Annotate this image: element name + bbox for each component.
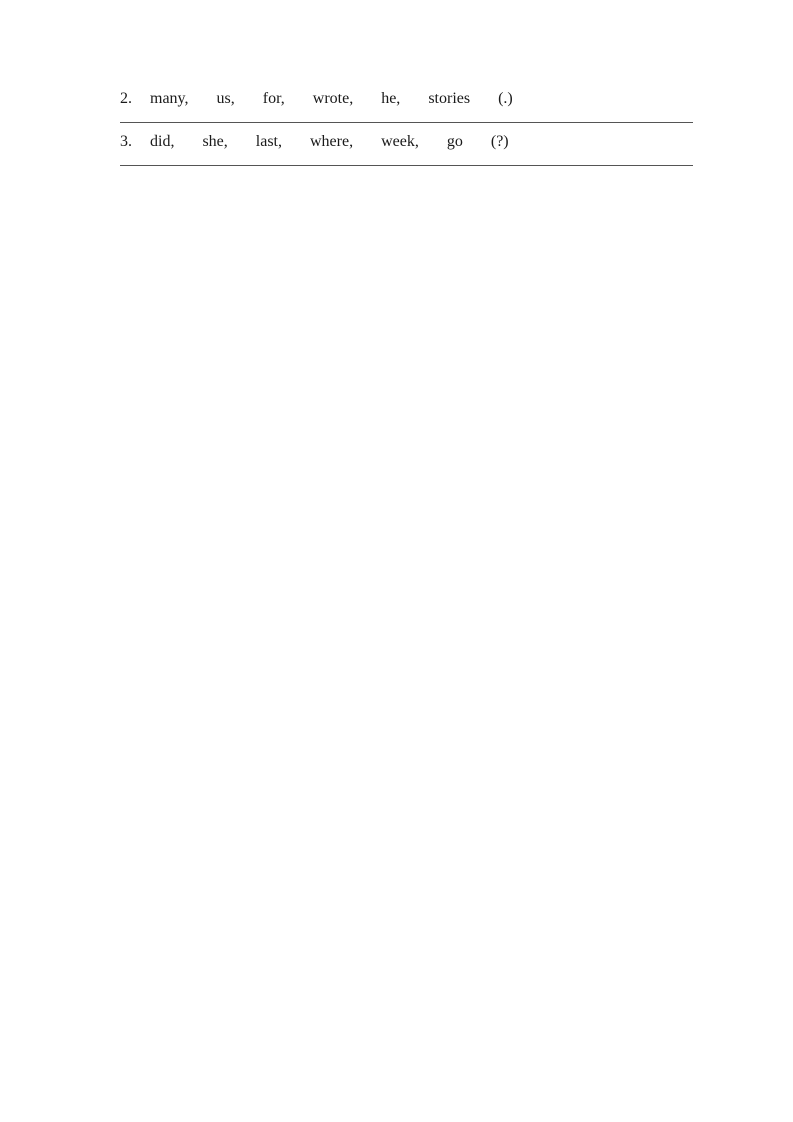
word-2-1: did, xyxy=(150,133,174,151)
item-number-2: 3. xyxy=(120,133,150,151)
word-1-4: wrote, xyxy=(313,90,353,108)
word-1-7: (.) xyxy=(498,90,513,108)
word-1-5: he, xyxy=(381,90,400,108)
item-number-1: 2. xyxy=(120,90,150,108)
divider-2 xyxy=(120,165,693,166)
word-1-2: us, xyxy=(217,90,235,108)
item-row-2: 3.did, she, last, where, week, go (?) xyxy=(120,123,693,165)
word-1-3: for, xyxy=(263,90,285,108)
exercise-item-2: 3.did, she, last, where, week, go (?) xyxy=(120,123,693,166)
word-2-7: (?) xyxy=(491,133,509,151)
word-1-1: many, xyxy=(150,90,189,108)
page: 2.many, us, for, wrote, he, stories (.) 3.did, s… xyxy=(0,0,793,1122)
word-2-5: week, xyxy=(381,133,419,151)
item-row-1: 2.many, us, for, wrote, he, stories (.) xyxy=(120,80,693,122)
exercise-item-1: 2.many, us, for, wrote, he, stories (.) xyxy=(120,80,693,123)
word-2-2: she, xyxy=(202,133,227,151)
word-2-3: last, xyxy=(256,133,282,151)
exercise-list: 2.many, us, for, wrote, he, stories (.) 3.did, s… xyxy=(120,80,693,166)
word-2-4: where, xyxy=(310,133,353,151)
word-2-6: go xyxy=(447,133,463,151)
word-1-6: stories xyxy=(428,90,470,108)
